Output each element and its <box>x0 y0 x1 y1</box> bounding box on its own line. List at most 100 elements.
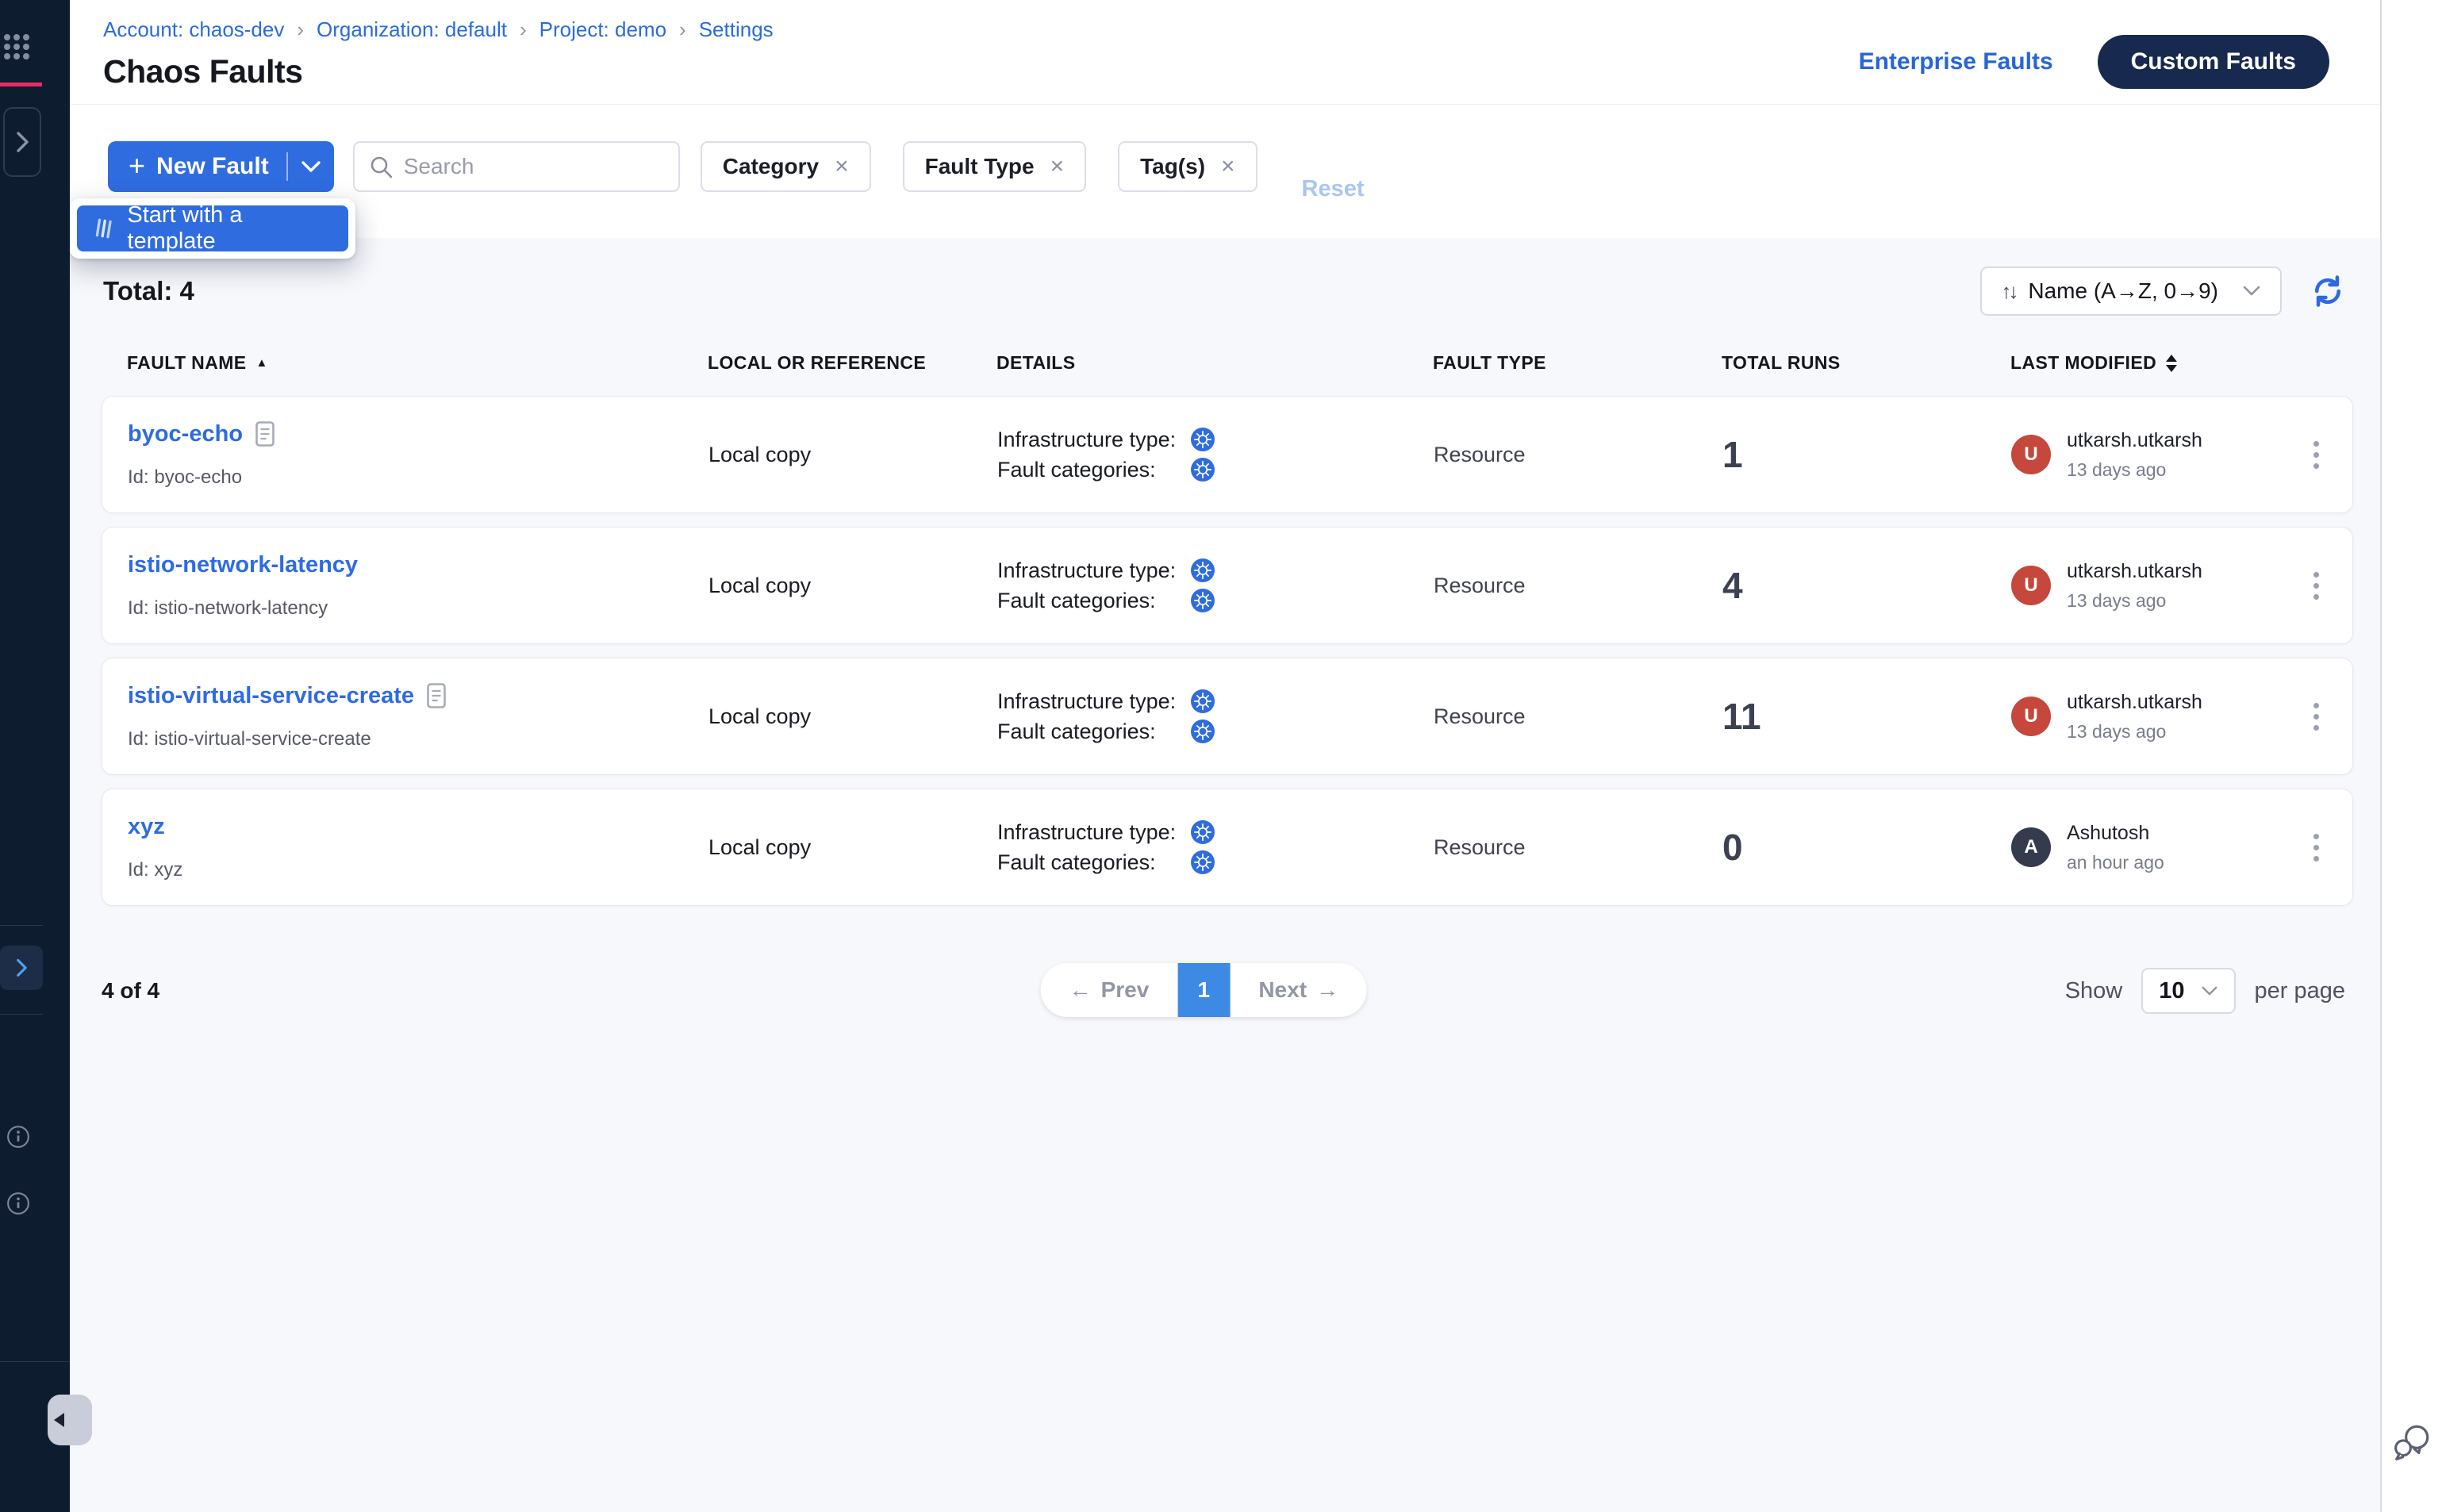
filter-category[interactable]: Category × <box>701 141 871 192</box>
fault-id: Id: xyz <box>128 859 708 881</box>
breadcrumb-settings[interactable]: Settings <box>699 17 774 42</box>
page-size-select[interactable]: 10 <box>2141 968 2235 1014</box>
table-row: xyz Id: xyz Local copy Infrastructure ty… <box>102 789 2353 906</box>
row-menu-button[interactable] <box>2306 826 2327 869</box>
new-fault-caret-button[interactable] <box>288 141 334 192</box>
row-menu-button[interactable] <box>2306 564 2327 608</box>
row-menu-button[interactable] <box>2306 695 2327 739</box>
fault-categories-label: Fault categories: <box>997 458 1191 482</box>
infrastructure-type-label: Infrastructure type: <box>997 558 1191 583</box>
modified-time: an hour ago <box>2067 852 2164 873</box>
sidebar-divider <box>0 925 43 926</box>
custom-faults-button[interactable]: Custom Faults <box>2098 35 2329 89</box>
fault-name-link[interactable]: byoc-echo <box>128 421 243 447</box>
prev-arrow-icon: ← <box>1069 977 1092 1003</box>
filter-fault-type-label: Fault Type <box>925 154 1035 179</box>
modified-by-user: Ashutosh <box>2067 822 2164 845</box>
chevron-down-icon <box>2242 286 2261 297</box>
sort-select[interactable]: ↑↓ Name (A→Z, 0→9) <box>1980 267 2282 316</box>
modified-time: 13 days ago <box>2067 721 2202 743</box>
close-icon[interactable]: × <box>1221 155 1235 178</box>
fault-type-value: Resource <box>1434 443 1722 467</box>
column-fault-type: FAULT TYPE <box>1433 352 1722 374</box>
current-page-button[interactable]: 1 <box>1177 963 1230 1017</box>
refresh-icon <box>2310 274 2345 309</box>
breadcrumb-project[interactable]: Project: demo <box>539 17 666 42</box>
local-or-reference-value: Local copy <box>708 835 997 860</box>
module-accent-bar <box>0 83 42 86</box>
modified-by-user: utkarsh.utkarsh <box>2067 429 2202 452</box>
row-menu-button[interactable] <box>2306 433 2327 477</box>
local-or-reference-value: Local copy <box>708 443 997 467</box>
sort-label: Name (A→Z, 0→9) <box>2028 278 2218 304</box>
info-icon[interactable] <box>6 1125 30 1149</box>
total-runs-value: 11 <box>1722 695 2011 738</box>
per-page-label: per page <box>2255 978 2346 1004</box>
page-title: Chaos Faults <box>103 53 774 90</box>
main-content: Account: chaos-dev › Organization: defau… <box>70 0 2380 1512</box>
sidebar-expand-button-lower[interactable] <box>0 946 43 990</box>
doc-icon <box>427 683 446 708</box>
filter-category-label: Category <box>723 154 819 179</box>
kubernetes-icon <box>1191 558 1215 582</box>
sort-both-icon <box>2166 355 2177 372</box>
new-fault-dropdown-menu: Start with a template <box>70 198 355 259</box>
search-input[interactable] <box>353 141 680 192</box>
column-last-modified[interactable]: LAST MODIFIED <box>2010 352 2264 374</box>
reset-filters-button[interactable]: Reset <box>1302 176 1365 202</box>
close-icon[interactable]: × <box>1050 155 1065 178</box>
sidebar-divider <box>0 1361 70 1362</box>
fault-name-link[interactable]: xyz <box>128 814 165 840</box>
left-nav-rail <box>0 0 70 1512</box>
total-count-label: Total: 4 <box>103 276 194 306</box>
breadcrumb-organization[interactable]: Organization: default <box>317 17 507 42</box>
pagination: 4 of 4 ← Prev 1 Next → Show 10 per page <box>102 963 2345 1019</box>
enterprise-faults-link[interactable]: Enterprise Faults <box>1859 48 2053 75</box>
filter-tags[interactable]: Tag(s) × <box>1118 141 1257 192</box>
close-icon[interactable]: × <box>835 155 849 178</box>
info-icon[interactable] <box>6 1192 30 1215</box>
column-details: DETAILS <box>996 352 1433 374</box>
total-runs-value: 4 <box>1722 564 2011 607</box>
breadcrumb-separator: › <box>297 17 304 42</box>
infrastructure-type-label: Infrastructure type: <box>997 689 1191 714</box>
sidebar-expand-button[interactable] <box>3 107 41 177</box>
fault-rows: byoc-echo Id: byoc-echo Local copy Infra… <box>102 396 2353 906</box>
modified-by-user: utkarsh.utkarsh <box>2067 560 2202 583</box>
avatar: U <box>2011 697 2051 736</box>
chevron-right-icon <box>13 130 31 154</box>
breadcrumb-account[interactable]: Account: chaos-dev <box>103 17 284 42</box>
next-page-button[interactable]: Next → <box>1230 963 1367 1017</box>
prev-page-button[interactable]: ← Prev <box>1041 963 1178 1017</box>
fault-id: Id: istio-network-latency <box>128 597 708 620</box>
app-grid-icon[interactable] <box>3 33 30 60</box>
new-fault-button[interactable]: + New Fault <box>108 141 334 192</box>
chat-help-icon[interactable] <box>2393 1423 2432 1463</box>
column-total-runs: TOTAL RUNS <box>1722 352 2010 374</box>
kubernetes-icon <box>1191 720 1215 743</box>
right-panel-strip <box>2380 0 2442 1512</box>
toolbar: + New Fault Category × Fault Type × <box>70 106 2380 238</box>
chevron-right-icon <box>13 957 29 978</box>
total-runs-value: 0 <box>1722 826 2011 869</box>
next-arrow-icon: → <box>1316 977 1338 1003</box>
refresh-button[interactable] <box>2310 274 2345 309</box>
new-fault-label: New Fault <box>156 153 269 180</box>
pagination-range-label: 4 of 4 <box>102 978 159 1004</box>
kubernetes-icon <box>1191 589 1215 612</box>
local-or-reference-value: Local copy <box>708 704 997 729</box>
fault-type-value: Resource <box>1434 704 1722 729</box>
sidebar-collapse-handle[interactable] <box>48 1395 92 1445</box>
collapse-left-icon <box>54 1413 64 1427</box>
avatar: U <box>2011 566 2051 605</box>
column-fault-name[interactable]: FAULT NAME▲ <box>127 352 708 374</box>
fault-name-link[interactable]: istio-virtual-service-create <box>128 683 414 709</box>
filter-fault-type[interactable]: Fault Type × <box>903 141 1086 192</box>
menu-item-label: Start with a template <box>127 202 332 255</box>
breadcrumb-separator: › <box>679 17 686 42</box>
page-size-value: 10 <box>2159 978 2184 1004</box>
plus-icon: + <box>129 152 145 180</box>
menu-item-start-with-template[interactable]: Start with a template <box>77 205 348 251</box>
fault-name-link[interactable]: istio-network-latency <box>128 552 358 578</box>
avatar: A <box>2011 827 2051 867</box>
